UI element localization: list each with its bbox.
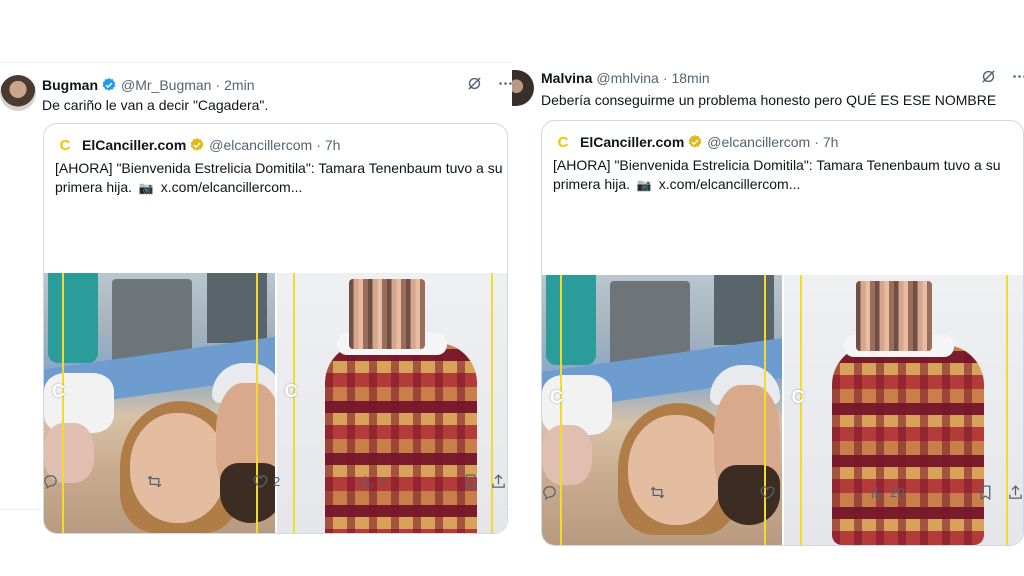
quote-text: [AHORA] "Bienvenida Estrelicia Domitila"… — [553, 156, 1023, 195]
like-icon — [253, 474, 268, 488]
quote-timestamp[interactable]: 7h — [823, 134, 839, 150]
photo-selfie[interactable]: C — [542, 275, 782, 545]
watermark-logo: C — [52, 381, 65, 401]
views-button[interactable]: 7 — [358, 473, 386, 490]
author-name[interactable]: Bugman — [42, 77, 98, 93]
reply-icon — [543, 485, 556, 500]
header-actions — [466, 75, 514, 92]
views-icon — [871, 486, 884, 498]
tweet-card[interactable]: Bugman @Mr_Bugman · 2min De cariño le va… — [0, 62, 514, 534]
tweet-text: Debería conseguirme un problema honesto … — [541, 92, 997, 108]
timestamp[interactable]: 18min — [671, 70, 709, 86]
camera-icon: 📷 — [138, 181, 154, 195]
avatar[interactable] — [0, 75, 36, 111]
quote-link[interactable]: x.com/elcancillercom... — [161, 179, 303, 195]
separator-dot: · — [215, 77, 221, 93]
like-button[interactable]: 2 — [252, 473, 280, 490]
quoted-tweet[interactable]: C ElCanciller.com @elcancillercom · 7h [… — [541, 120, 1024, 546]
reply-button[interactable] — [42, 473, 63, 490]
media-grid: C C — [44, 273, 507, 533]
media-grid: C C — [542, 275, 1023, 545]
views-button[interactable]: 20 — [869, 484, 904, 501]
bookmark-button[interactable] — [462, 473, 479, 490]
bookmark-icon — [980, 484, 991, 500]
grok-icon[interactable] — [980, 68, 997, 85]
watermark-logo: C — [791, 387, 805, 407]
bookmark-icon — [465, 473, 476, 489]
avatar[interactable] — [512, 70, 534, 106]
quote-author-handle[interactable]: @elcancillercom — [707, 134, 810, 150]
quote-author-name[interactable]: ElCanciller.com — [82, 137, 186, 153]
bookmark-button[interactable] — [977, 484, 994, 501]
more-icon[interactable] — [1011, 68, 1024, 85]
quote-avatar[interactable]: C — [554, 133, 572, 151]
camera-icon: 📷 — [636, 178, 652, 192]
quote-author-name[interactable]: ElCanciller.com — [580, 134, 684, 150]
photo-selfie[interactable]: C — [44, 273, 275, 533]
tweet-card[interactable]: Malvina @mhlvina · 18min Debería consegu… — [512, 58, 1024, 546]
repost-button[interactable] — [649, 484, 670, 501]
photo-baby[interactable]: C — [783, 275, 1023, 545]
repost-icon — [147, 475, 162, 487]
share-icon — [492, 473, 505, 488]
reply-icon — [44, 474, 57, 489]
quote-header: C ElCanciller.com @elcancillercom · 7h — [554, 133, 839, 151]
views-icon — [360, 475, 373, 487]
tweet-header: Malvina @mhlvina · 18min — [541, 70, 710, 86]
tweet-text: De cariño le van a decir "Cagadera". — [42, 97, 269, 113]
tweet-header: Bugman @Mr_Bugman · 2min — [42, 77, 255, 93]
watermark-logo: C — [284, 381, 298, 401]
quote-author-handle[interactable]: @elcancillercom — [209, 137, 312, 153]
repost-button[interactable] — [146, 473, 167, 490]
header-actions — [980, 68, 1024, 85]
photo-baby[interactable]: C — [276, 273, 507, 533]
share-button[interactable] — [490, 473, 507, 490]
verified-icon — [190, 138, 204, 151]
quote-timestamp[interactable]: 7h — [325, 137, 341, 153]
like-count: 2 — [273, 473, 281, 489]
views-count: 7 — [379, 473, 387, 489]
quote-avatar[interactable]: C — [56, 136, 74, 154]
separator-dot: · — [814, 134, 819, 150]
repost-icon — [650, 486, 665, 498]
author-handle[interactable]: @Mr_Bugman — [121, 77, 211, 93]
timestamp[interactable]: 2min — [224, 77, 254, 93]
author-name[interactable]: Malvina — [541, 70, 592, 86]
verified-icon — [102, 78, 116, 91]
like-icon — [760, 485, 775, 499]
quote-link[interactable]: x.com/elcancillercom... — [659, 176, 801, 192]
quote-text: [AHORA] "Bienvenida Estrelicia Domitila"… — [55, 159, 505, 198]
separator-dot: · — [316, 137, 321, 153]
author-handle[interactable]: @mhlvina — [596, 70, 658, 86]
quote-header: C ElCanciller.com @elcancillercom · 7h — [56, 136, 341, 154]
grok-icon[interactable] — [466, 75, 483, 92]
views-count: 20 — [890, 484, 905, 500]
reply-button[interactable] — [541, 484, 562, 501]
share-icon — [1009, 484, 1022, 499]
separator-dot: · — [662, 70, 668, 86]
verified-icon — [688, 135, 702, 148]
like-button[interactable] — [759, 484, 780, 501]
share-button[interactable] — [1007, 484, 1024, 501]
watermark-logo: C — [550, 387, 563, 407]
